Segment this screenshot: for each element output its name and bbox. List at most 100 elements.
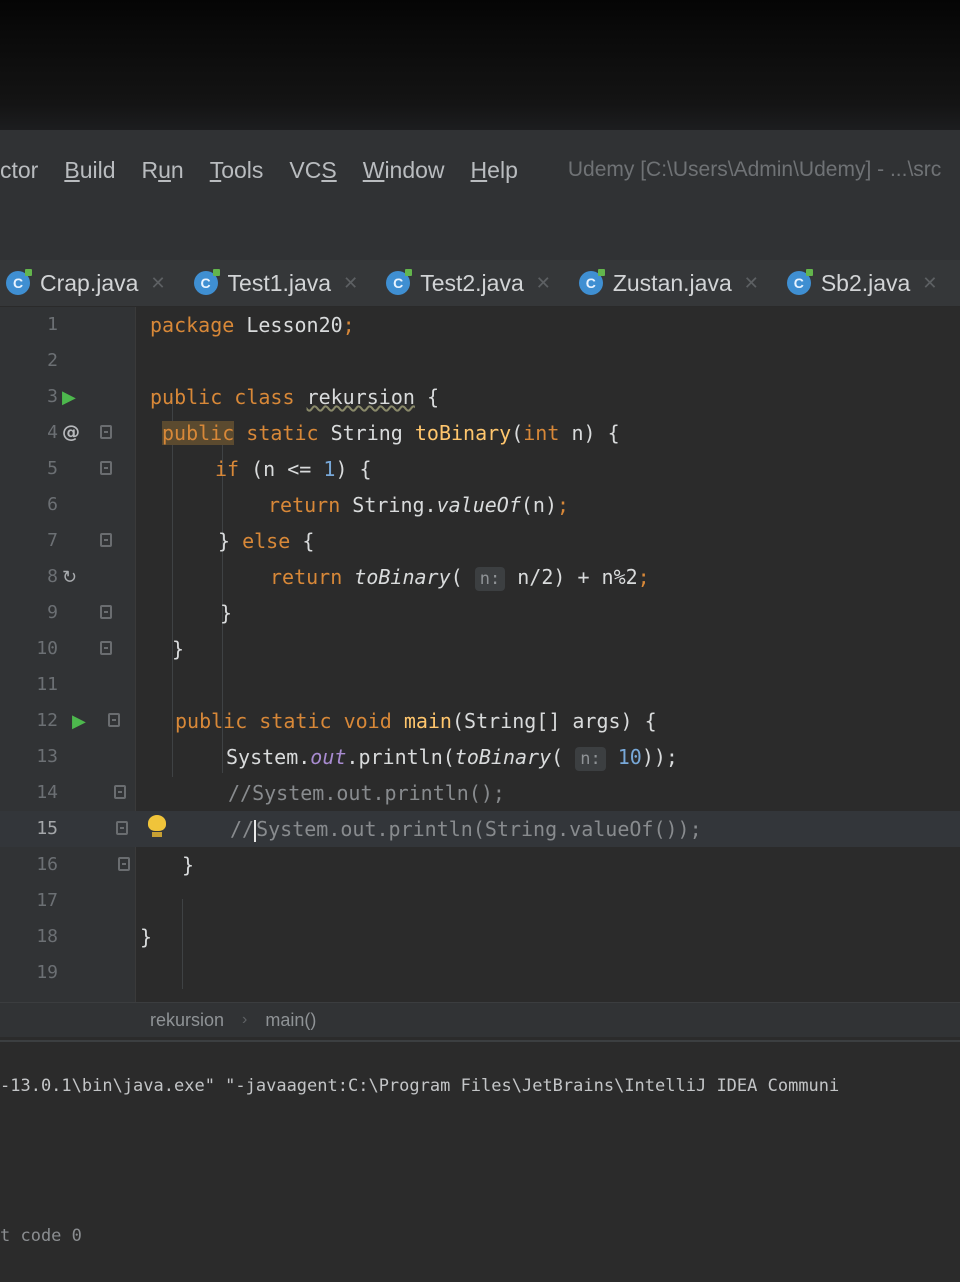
line-number: 16 [36, 854, 58, 875]
code-line: 13 System.out.println(toBinary( n: 10)); [0, 739, 960, 775]
code-text: return toBinary( n: n/2) + n%2; [270, 565, 650, 591]
code-line: 2 [0, 343, 960, 379]
code-text: public static String toBinary(int n) { [162, 421, 620, 445]
line-number: 15 [36, 818, 58, 839]
tab-label: Zustan.java [612, 269, 732, 296]
menu-refactor[interactable]: ctor [0, 157, 38, 184]
breadcrumb-method[interactable]: main() [265, 1010, 316, 1031]
fold-icon[interactable] [108, 713, 120, 727]
menu-run[interactable]: Run [142, 157, 184, 184]
toolbar [0, 210, 960, 260]
code-line: 16 } [0, 847, 960, 883]
java-class-icon: C [786, 269, 813, 295]
tab-label: Test1.java [227, 269, 332, 296]
chevron-right-icon: › [242, 1011, 248, 1028]
code-text: public static void main(String[] args) { [175, 709, 657, 733]
code-line: 11 [0, 667, 960, 703]
menu-build[interactable]: Build [64, 157, 115, 184]
tab-label: Sb2.java [820, 269, 911, 296]
code-text: return String.valueOf(n); [268, 493, 570, 517]
menu-build-rest: uild [79, 156, 116, 183]
code-text: package Lesson20; [150, 313, 355, 337]
line-number: 8 [47, 566, 58, 587]
console-exit-line: t code 0 [0, 1226, 82, 1246]
line-number: 1 [47, 314, 58, 335]
code-line: 19 [0, 955, 960, 991]
line-number: 19 [36, 962, 58, 983]
close-icon[interactable]: ✕ [150, 273, 165, 294]
breadcrumb-class[interactable]: rekursion [150, 1010, 224, 1031]
tab-label: Test2.java [420, 269, 524, 296]
code-text: //System.out.println(); [228, 781, 505, 805]
fold-icon[interactable] [100, 605, 112, 619]
tab-zustan-java[interactable]: C Zustan.java ✕ [578, 260, 759, 306]
parameter-hint: n: [474, 567, 506, 591]
fold-icon[interactable] [100, 533, 112, 547]
fold-icon[interactable] [100, 461, 112, 475]
run-icon[interactable]: ▶ [62, 379, 76, 415]
line-number: 12 [36, 710, 58, 731]
fold-icon[interactable] [100, 425, 112, 439]
code-line: 17 [0, 883, 960, 919]
code-line: 5 if (n <= 1) { [0, 451, 960, 487]
menu-tools[interactable]: Tools [210, 157, 264, 184]
close-icon[interactable]: ✕ [922, 273, 937, 294]
run-console[interactable]: -13.0.1\bin\java.exe" "-javaagent:C:\Pro… [0, 1040, 960, 1282]
current-code-line: 15 //System.out.println(String.valueOf()… [0, 811, 960, 847]
line-number: 14 [36, 782, 58, 803]
code-line: 3 ▶ public class rekursion { [0, 379, 960, 415]
line-number: 4 [47, 422, 58, 443]
ide-window: ctor Build Run Tools VCS Window Help Ude… [0, 130, 960, 1282]
line-number: 2 [47, 350, 58, 371]
recursive-call-icon[interactable]: ↻ [62, 559, 77, 595]
menu-window[interactable]: Window [363, 157, 445, 184]
monitor-bezel [0, 0, 960, 130]
line-number: 18 [36, 926, 58, 947]
code-line: 14 //System.out.println(); [0, 775, 960, 811]
code-text: } [220, 601, 233, 625]
code-line: 12 ▶ public static void main(String[] ar… [0, 703, 960, 739]
tab-test2-java[interactable]: C Test2.java ✕ [386, 260, 551, 306]
tab-test1-java[interactable]: C Test1.java ✕ [193, 260, 358, 306]
close-icon[interactable]: ✕ [536, 273, 551, 294]
code-text: } [172, 637, 185, 661]
tab-sb2-java[interactable]: C Sb2.java ✕ [786, 260, 937, 306]
code-line: 4 @ public static String toBinary(int n)… [0, 415, 960, 451]
line-number: 7 [47, 530, 58, 551]
code-text: System.out.println(toBinary( n: 10)); [226, 745, 678, 771]
line-number: 3 [47, 386, 58, 407]
fold-icon[interactable] [118, 857, 130, 871]
java-class-icon: C [578, 269, 605, 295]
close-icon[interactable]: ✕ [744, 273, 759, 294]
code-text: } [182, 853, 195, 877]
code-text: //System.out.println(String.valueOf()); [230, 817, 702, 842]
menu-vcs[interactable]: VCS [289, 157, 336, 184]
code-line: 10 } [0, 631, 960, 667]
tab-label: Crap.java [40, 269, 139, 296]
line-number: 11 [36, 674, 58, 695]
fold-icon[interactable] [100, 641, 112, 655]
menu-bar: ctor Build Run Tools VCS Window Help Ude… [0, 130, 960, 210]
fold-icon[interactable] [114, 785, 126, 799]
override-icon[interactable]: @ [62, 415, 80, 451]
java-class-icon: C [193, 269, 220, 295]
close-icon[interactable]: ✕ [343, 273, 358, 294]
java-class-icon: C [6, 269, 32, 295]
parameter-hint: n: [575, 747, 606, 771]
code-text: public class rekursion { [150, 385, 440, 409]
code-text: if (n <= 1) { [215, 457, 372, 481]
fold-icon[interactable] [116, 821, 128, 835]
code-text: } [140, 925, 153, 949]
java-class-icon: C [386, 269, 413, 295]
line-number: 17 [36, 890, 58, 911]
run-icon[interactable]: ▶ [72, 703, 86, 739]
code-line: 7 } else { [0, 523, 960, 559]
line-number: 6 [47, 494, 58, 515]
code-editor[interactable]: 1 package Lesson20; 2 3 ▶ public class r… [0, 307, 960, 1002]
menu-help[interactable]: Help [471, 157, 518, 184]
lightbulb-icon[interactable] [148, 815, 166, 837]
line-number: 10 [36, 638, 58, 659]
line-number: 5 [47, 458, 58, 479]
tab-crap-java[interactable]: C Crap.java ✕ [6, 260, 166, 306]
line-number: 9 [47, 602, 58, 623]
